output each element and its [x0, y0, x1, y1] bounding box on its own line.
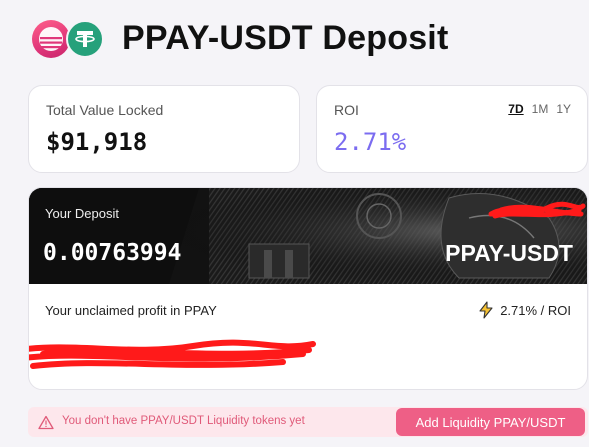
usdt-logo-icon — [66, 20, 104, 58]
alert-text: You don't have PPAY/USDT Liquidity token… — [62, 415, 305, 427]
deposit-amount: 0.00763994 — [43, 240, 182, 266]
profit-roi: 2.71% / ROI — [478, 301, 571, 319]
add-liquidity-button[interactable]: Add Liquidity PPAY/USDT — [396, 408, 585, 436]
tvl-label: Total Value Locked — [46, 102, 164, 118]
tvl-value: $91,918 — [46, 128, 148, 156]
deposit-pair: PPAY-USDT — [445, 240, 573, 266]
warning-icon — [38, 415, 54, 430]
redaction-scribble-top — [488, 201, 586, 219]
ppay-logo-icon — [32, 20, 70, 58]
page-title: PPAY-USDT Deposit — [122, 18, 449, 57]
tab-1y[interactable]: 1Y — [556, 102, 571, 116]
lightning-icon — [479, 301, 493, 319]
tab-7d[interactable]: 7D — [508, 102, 523, 116]
token-logos — [30, 16, 106, 60]
redaction-scribble-profit — [29, 339, 316, 369]
deposit-label: Your Deposit — [45, 206, 119, 221]
roi-card: ROI 7D 1M 1Y 2.71% — [316, 85, 588, 173]
roi-label: ROI — [334, 102, 359, 118]
profit-label: Your unclaimed profit in PPAY — [45, 303, 217, 318]
tvl-card: Total Value Locked $91,918 — [28, 85, 300, 173]
page-header: PPAY-USDT Deposit — [30, 16, 448, 60]
profit-roi-text: 2.71% / ROI — [500, 302, 571, 318]
roi-value: 2.71% — [334, 128, 407, 156]
deposit-banner: Your Deposit 0.00763994 PPAY-USDT — [29, 188, 587, 284]
roi-period-tabs: 7D 1M 1Y — [508, 102, 571, 116]
deposit-card: Your Deposit 0.00763994 PPAY-USDT Your u… — [28, 187, 588, 390]
tab-1m[interactable]: 1M — [532, 102, 549, 116]
